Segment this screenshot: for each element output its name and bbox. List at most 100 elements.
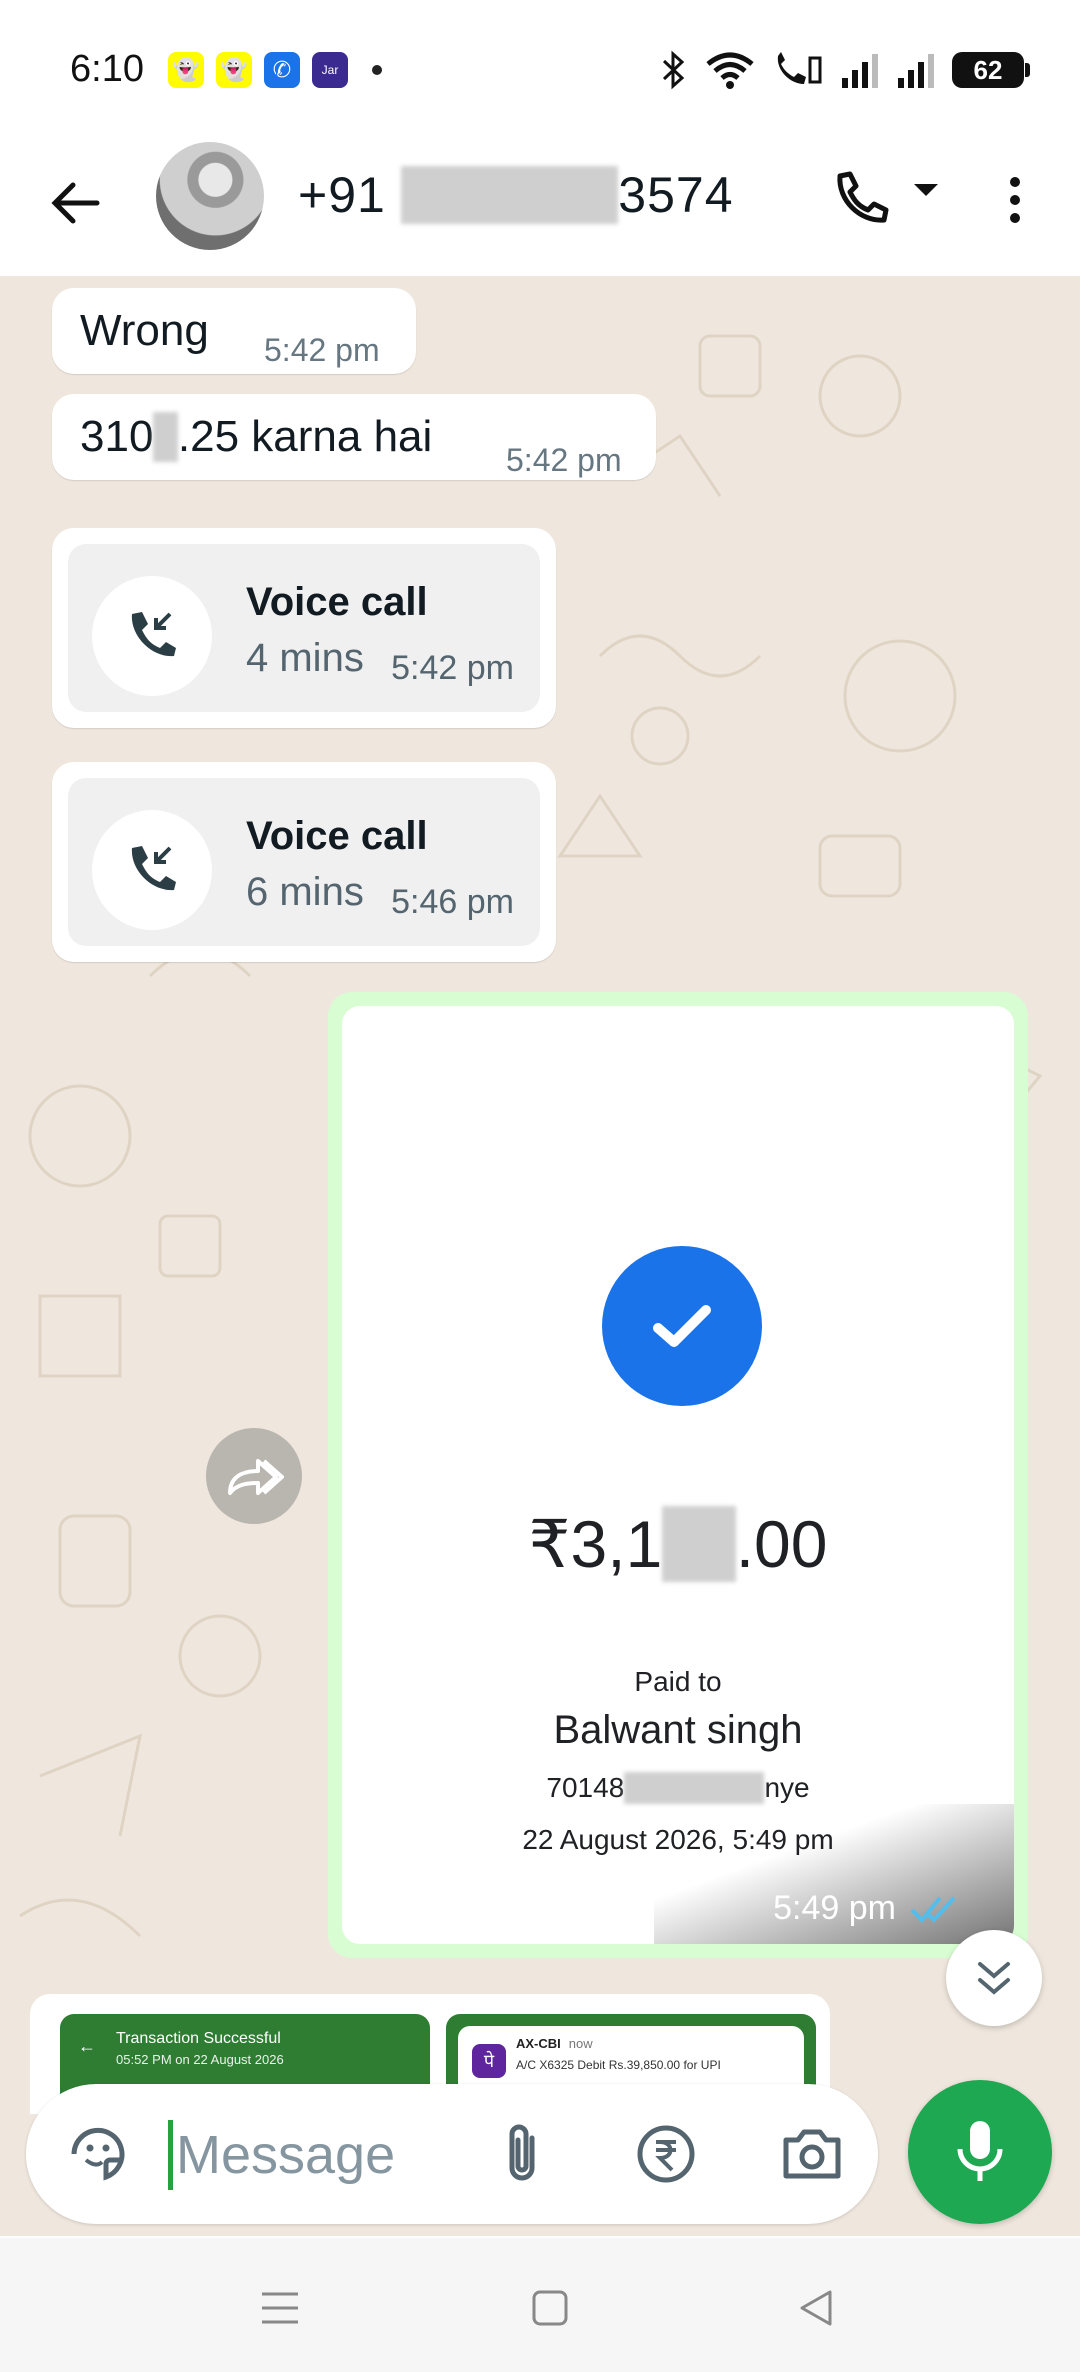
voice-call-bubble[interactable]: Voice call 4 mins 5:42 pm bbox=[52, 528, 556, 728]
phone-app-icon: ✆ bbox=[264, 52, 300, 88]
signal-2-icon bbox=[898, 54, 934, 88]
call-time: 5:42 pm bbox=[391, 649, 514, 687]
notification-icons: 👻 👻 ✆ Jar bbox=[168, 52, 721, 1319]
double-check-read-icon bbox=[910, 1896, 956, 1923]
home-button[interactable] bbox=[510, 2268, 590, 2348]
preview-title: Transaction Successful bbox=[116, 2030, 281, 2047]
incoming-call-icon bbox=[92, 810, 212, 930]
caret-down-icon bbox=[914, 184, 938, 196]
image-message-bubble[interactable]: ₹3,100.00 Paid to Balwant singh 70148000… bbox=[328, 992, 1028, 1958]
phone-icon bbox=[837, 171, 889, 223]
amount-start: ₹3,1 bbox=[528, 1507, 663, 1581]
menu-icon bbox=[262, 2292, 298, 2324]
contact-avatar[interactable] bbox=[156, 142, 264, 250]
payee-name: Balwant singh bbox=[553, 1708, 803, 1752]
message-input[interactable] bbox=[176, 2120, 476, 2190]
camera-icon bbox=[783, 2129, 841, 2179]
payee-upi-id: 70148000000000nye bbox=[342, 1772, 1014, 1804]
message-text-start: 310 bbox=[80, 412, 154, 461]
call-title: Voice call bbox=[246, 580, 428, 624]
redacted-digits: 00000 0 bbox=[400, 166, 619, 224]
signal-1-icon bbox=[842, 54, 878, 88]
upi-end: nye bbox=[764, 1772, 810, 1803]
status-bar: 6:10 👻 👻 ✆ Jar 62 bbox=[0, 0, 1080, 1319]
amount-end: .00 bbox=[735, 1507, 828, 1581]
snapchat-icon: 👻 bbox=[168, 52, 204, 88]
paid-to-label: Paid to bbox=[634, 1666, 722, 1697]
status-time: 6:10 bbox=[70, 48, 144, 90]
incoming-call-icon bbox=[92, 576, 212, 696]
preview-subtitle: 05:52 PM on 22 August 2026 bbox=[116, 2052, 284, 2067]
success-check-icon bbox=[602, 1246, 762, 1406]
arrow-left-icon bbox=[51, 182, 100, 224]
forward-button[interactable] bbox=[206, 1428, 302, 1524]
message-bubble[interactable]: 3100.25 karna hai 5:42 pm bbox=[52, 394, 656, 480]
call-title: Voice call bbox=[246, 814, 428, 858]
preview-subtitle: A/C X6325 Debit Rs.39,850.00 for UPI bbox=[516, 2058, 721, 2072]
more-notifications-dot bbox=[372, 65, 382, 75]
system-navigation-bar bbox=[0, 2238, 1080, 2372]
square-icon bbox=[532, 2290, 568, 2326]
dot-icon bbox=[1010, 177, 1020, 187]
contact-number-prefix: +91 bbox=[298, 167, 386, 223]
back-nav-button[interactable] bbox=[776, 2268, 856, 2348]
preview-title: AX-CBI now bbox=[516, 2036, 593, 2051]
voice-call-card: Voice call 4 mins 5:42 pm bbox=[68, 544, 540, 712]
paperclip-icon bbox=[509, 2124, 535, 2181]
contact-number-suffix: 3574 bbox=[618, 167, 734, 223]
contact-name[interactable]: +91 00000 0 3574 bbox=[298, 166, 734, 224]
message-bubble[interactable]: Wrong 5:42 pm bbox=[52, 288, 416, 374]
recent-apps-button[interactable] bbox=[240, 2268, 320, 2348]
rupee-icon bbox=[637, 2125, 695, 2183]
redacted-upi: 000000000 bbox=[624, 1772, 765, 1804]
upi-start: 70148 bbox=[546, 1772, 625, 1803]
message-text-end: .25 karna hai bbox=[177, 412, 433, 461]
arrow-left-icon: ← bbox=[78, 2036, 96, 2056]
microphone-icon bbox=[957, 2121, 1003, 2181]
attach-button[interactable] bbox=[486, 2118, 558, 2190]
double-chevron-down-icon bbox=[978, 1962, 1010, 1995]
more-options-button[interactable] bbox=[990, 160, 1040, 240]
message-time: 5:49 pm bbox=[773, 1889, 896, 1927]
message-composer bbox=[26, 2084, 878, 2224]
jar-icon: Jar bbox=[312, 52, 348, 88]
voice-message-button[interactable] bbox=[908, 2080, 1052, 2224]
image-time: 5:49 pm bbox=[773, 1889, 958, 1928]
chat-area[interactable]: Wrong 5:42 pm 3100.25 karna hai 5:42 pm … bbox=[0, 276, 1080, 2236]
redacted-digit: 0 bbox=[153, 412, 178, 462]
payment-receipt-image[interactable]: ₹3,100.00 Paid to Balwant singh 70148000… bbox=[342, 1006, 1014, 1944]
back-button[interactable] bbox=[40, 168, 110, 238]
call-duration: 4 mins bbox=[246, 636, 364, 680]
message-time: 5:42 pm bbox=[264, 332, 380, 368]
phonepe-icon: पे bbox=[472, 2044, 506, 2078]
call-options-button[interactable] bbox=[912, 180, 940, 205]
message-text: 3100.25 karna hai bbox=[80, 412, 432, 462]
call-time: 5:46 pm bbox=[391, 883, 514, 921]
forward-icon bbox=[228, 1459, 284, 1495]
dot-icon bbox=[1010, 213, 1020, 223]
call-duration: 6 mins bbox=[246, 870, 364, 914]
payment-amount: ₹3,100.00 bbox=[342, 1506, 1014, 1583]
sms-sender: AX-CBI bbox=[516, 2036, 561, 2051]
wifi-icon bbox=[706, 52, 754, 89]
scroll-to-bottom-button[interactable] bbox=[946, 1930, 1042, 2026]
voice-call-button[interactable] bbox=[820, 160, 900, 240]
camera-button[interactable] bbox=[776, 2118, 848, 2190]
triangle-back-icon bbox=[800, 2290, 832, 2326]
snapchat-icon: 👻 bbox=[216, 52, 252, 88]
message-time: 5:42 pm bbox=[506, 442, 622, 478]
battery-indicator: 62 bbox=[952, 52, 1030, 88]
wifi-calling-icon bbox=[777, 52, 822, 84]
bluetooth-icon bbox=[662, 50, 685, 90]
payment-button[interactable] bbox=[630, 2118, 702, 2190]
sms-time: now bbox=[568, 2036, 593, 2051]
dot-icon bbox=[1010, 195, 1020, 205]
voice-call-card: Voice call 6 mins 5:46 pm bbox=[68, 778, 540, 946]
message-text: Wrong bbox=[80, 306, 209, 355]
emoji-sticker-button[interactable] bbox=[62, 2118, 134, 2190]
voice-call-bubble[interactable]: Voice call 6 mins 5:46 pm bbox=[52, 762, 556, 962]
system-icons: 62 bbox=[658, 50, 1030, 90]
chat-header: +91 00000 0 3574 bbox=[0, 140, 1080, 276]
redacted-digits: 00 bbox=[662, 1506, 736, 1582]
sticker-icon bbox=[71, 2127, 125, 2181]
